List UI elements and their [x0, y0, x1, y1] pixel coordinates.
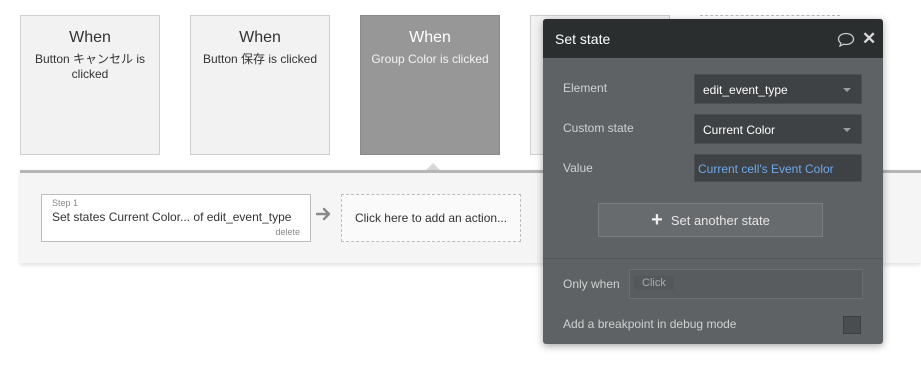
only-when-label: Only when: [563, 277, 620, 291]
chevron-down-icon: [843, 88, 851, 92]
element-dropdown[interactable]: edit_event_type: [694, 74, 862, 104]
custom-state-dropdown[interactable]: Current Color: [694, 114, 862, 144]
step-number: Step 1: [52, 198, 79, 208]
only-when-click-chip[interactable]: Click: [634, 276, 674, 290]
only-when-field[interactable]: Click: [629, 269, 863, 299]
event-when-label: When: [239, 29, 281, 46]
comment-icon[interactable]: [837, 32, 855, 47]
breakpoint-checkbox[interactable]: [843, 316, 861, 334]
step-delete-link[interactable]: delete: [275, 227, 300, 237]
workflow-editor: When Button キャンセル is clicked When Button…: [0, 0, 921, 381]
arrow-right-icon: [316, 207, 331, 221]
panel-divider: [543, 258, 883, 259]
value-expression-field[interactable]: Current cell's Event Color: [694, 154, 862, 182]
value-label: Value: [563, 161, 593, 175]
set-another-state-button[interactable]: + Set another state: [598, 203, 823, 237]
add-action-button[interactable]: Click here to add an action...: [341, 194, 521, 242]
breakpoint-label: Add a breakpoint in debug mode: [563, 317, 737, 331]
panel-title: Set state: [555, 31, 611, 47]
event-card-button-save[interactable]: When Button 保存 is clicked: [190, 15, 330, 155]
element-dropdown-value: edit_event_type: [703, 83, 788, 97]
set-another-state-label: Set another state: [670, 212, 770, 228]
event-when-label: When: [409, 29, 451, 46]
event-card-group-color[interactable]: When Group Color is clicked: [360, 15, 500, 155]
event-description: Button キャンセル is clicked: [34, 52, 146, 81]
chevron-down-icon: [843, 128, 851, 132]
set-state-panel: Set state ✕ Element edit_event_type Cust…: [543, 19, 883, 344]
plus-icon: +: [651, 209, 663, 231]
workflow-step-1[interactable]: Step 1 Set states Current Color... of ed…: [41, 194, 311, 242]
custom-state-label: Custom state: [563, 121, 634, 135]
element-label: Element: [563, 81, 608, 95]
event-when-label: When: [69, 29, 111, 46]
panel-header: Set state ✕: [543, 19, 883, 58]
step-description: Set states Current Color... of edit_even…: [52, 210, 292, 224]
custom-state-dropdown-value: Current Color: [703, 123, 776, 137]
event-card-button-cancel[interactable]: When Button キャンセル is clicked: [20, 15, 160, 155]
event-description: Group Color is clicked: [371, 52, 489, 66]
close-icon[interactable]: ✕: [862, 30, 876, 47]
event-description: Button 保存 is clicked: [202, 52, 318, 66]
